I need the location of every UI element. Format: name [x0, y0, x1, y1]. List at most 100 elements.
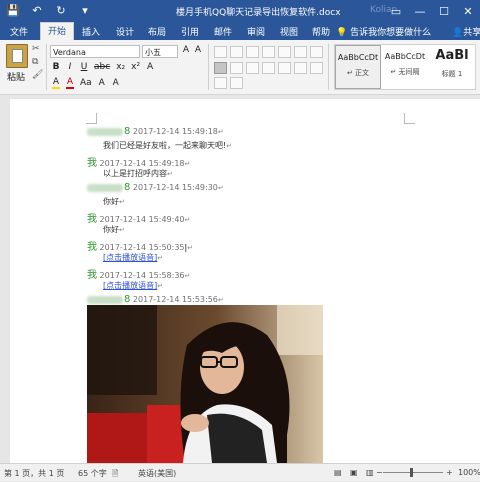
char-shading-button[interactable]: A	[98, 78, 106, 88]
align-center-icon[interactable]	[230, 62, 243, 74]
numbering-icon[interactable]	[230, 46, 243, 58]
paste-label[interactable]: 粘贴	[7, 70, 25, 83]
maximize-button[interactable]: ☐	[432, 0, 456, 22]
divider	[46, 44, 47, 90]
message-text: [点击播放语音]↵	[103, 252, 163, 263]
document-page[interactable]: 8 2017-12-14 15:49:18↵ 我们已经是好友啦，一起来聊天吧!↵…	[10, 99, 480, 463]
paragraph-mark-icon: ↵	[167, 170, 173, 178]
web-layout-icon[interactable]: ▥	[366, 468, 374, 477]
close-button[interactable]: ✕	[456, 0, 480, 22]
tab-layout[interactable]: 布局	[148, 25, 166, 38]
chat-photo[interactable]	[87, 305, 323, 463]
message-header: 8 2017-12-14 15:49:18↵	[87, 126, 224, 137]
styles-gallery: AaBbCcDt ↵ 正文 AaBbCcDt ↵ 无间隔 AaBl 标题 1	[334, 44, 476, 90]
zoom-level[interactable]: 100%	[458, 468, 480, 477]
underline-button[interactable]: U	[80, 62, 88, 72]
paragraph-mark-icon: ↵	[187, 244, 194, 252]
format-painter-icon[interactable]: 🖌	[32, 70, 43, 80]
message-time: 2017-12-14 15:58:36	[99, 271, 185, 280]
page-count[interactable]: 第 1 页，共 1 页	[4, 468, 64, 479]
message-header: 我 2017-12-14 15:58:36↵	[87, 266, 190, 281]
paste-button[interactable]	[6, 44, 28, 68]
tab-view[interactable]: 视图	[280, 25, 298, 38]
tab-file[interactable]: 文件	[10, 25, 28, 38]
chinese-layout-icon[interactable]	[230, 77, 243, 89]
message-time: 2017-12-14 15:49:30	[132, 183, 218, 192]
redo-icon[interactable]: ↻	[54, 4, 68, 17]
strikethrough-button[interactable]: abc	[94, 62, 110, 72]
undo-icon[interactable]: ↶	[30, 4, 44, 17]
copy-icon[interactable]: ⧉	[32, 57, 43, 67]
share-button[interactable]: 👤共享	[452, 25, 480, 38]
language-indicator[interactable]: 英语(美国)	[138, 468, 176, 479]
paragraph-row-3	[214, 77, 243, 89]
font-size-select[interactable]: 小五	[142, 45, 178, 58]
text-effects-button[interactable]: A	[146, 62, 154, 72]
voice-message-link[interactable]: [点击播放语音]	[103, 281, 157, 290]
sort-icon[interactable]	[294, 46, 307, 58]
voice-message-link[interactable]: [点击播放语音]	[103, 253, 157, 262]
font-row-2: B I U abc x₂ x² A	[52, 62, 154, 72]
font-row-1: A A	[182, 45, 202, 55]
divider	[208, 44, 209, 90]
tab-mailings[interactable]: 邮件	[214, 25, 232, 38]
grow-font-button[interactable]: A	[182, 45, 190, 55]
customize-toolbar-icon[interactable]: ▾	[78, 4, 92, 17]
paragraph-mark-icon: ↵	[184, 272, 191, 280]
justify-icon[interactable]	[262, 62, 275, 74]
highlight-button[interactable]: A	[52, 77, 60, 89]
borders-icon[interactable]	[214, 77, 227, 89]
tab-references[interactable]: 引用	[181, 25, 199, 38]
save-icon[interactable]: 💾	[6, 4, 20, 17]
ribbon-display-options-icon[interactable]: ▭	[384, 0, 408, 22]
tab-help[interactable]: 帮助	[312, 25, 330, 38]
subscript-button[interactable]: x₂	[116, 62, 125, 72]
paragraph-mark-icon: ↵	[119, 226, 125, 234]
cut-icon[interactable]: ✂	[32, 44, 43, 54]
bold-button[interactable]: B	[52, 62, 60, 72]
zoom-out-icon[interactable]: −	[376, 468, 383, 477]
style-heading-1[interactable]: AaBl 标题 1	[429, 45, 475, 89]
style-normal[interactable]: AaBbCcDt ↵ 正文	[335, 45, 381, 89]
tab-design[interactable]: 设计	[116, 25, 134, 38]
font-name-select[interactable]: Verdana	[50, 45, 140, 58]
decrease-indent-icon[interactable]	[262, 46, 275, 58]
word-count[interactable]: 65 个字	[78, 468, 107, 479]
multilevel-list-icon[interactable]	[246, 46, 259, 58]
tab-review[interactable]: 审阅	[247, 25, 265, 38]
line-spacing-icon[interactable]	[294, 62, 307, 74]
bullets-icon[interactable]	[214, 46, 227, 58]
style-no-spacing[interactable]: AaBbCcDt ↵ 无间隔	[382, 45, 428, 89]
change-case-button[interactable]: Aa	[80, 78, 92, 88]
message-time: 2017-12-14 15:49:40	[99, 215, 185, 224]
document-title: 楼月手机QQ聊天记录导出恢复软件.docx	[176, 8, 341, 18]
font-color-button[interactable]: A	[66, 77, 74, 89]
zoom-slider-thumb[interactable]	[410, 468, 413, 477]
distributed-icon[interactable]	[278, 62, 291, 74]
align-left-icon[interactable]	[214, 62, 227, 74]
paragraph-mark-icon: ↵	[157, 282, 164, 290]
tab-home[interactable]: 开始	[40, 22, 75, 40]
shading-icon[interactable]	[310, 62, 323, 74]
shrink-font-button[interactable]: A	[194, 45, 202, 55]
read-mode-icon[interactable]: ▤	[334, 468, 342, 477]
align-right-icon[interactable]	[246, 62, 259, 74]
tell-me-search[interactable]: 💡 告诉我你想要做什么	[336, 25, 431, 38]
status-bar: 第 1 页，共 1 页 65 个字 🗎 英语(美国) ▤ ▣ ▥ − + 100…	[0, 463, 480, 481]
increase-indent-icon[interactable]	[278, 46, 291, 58]
font-row-3: A A Aa A A	[52, 77, 120, 89]
superscript-button[interactable]: x²	[131, 62, 140, 72]
italic-button[interactable]: I	[66, 62, 74, 72]
paragraph-row-1	[214, 46, 323, 58]
divider	[328, 44, 329, 90]
minimize-button[interactable]: —	[408, 0, 432, 22]
tab-insert[interactable]: 插入	[82, 25, 100, 38]
photo-illustration	[87, 305, 323, 463]
enclose-char-button[interactable]: A	[112, 78, 120, 88]
show-marks-icon[interactable]	[310, 46, 323, 58]
sender-suffix: 8	[124, 126, 131, 137]
zoom-in-icon[interactable]: +	[446, 468, 453, 477]
paragraph-row-2	[214, 62, 323, 74]
zoom-slider[interactable]	[383, 472, 443, 473]
print-layout-icon[interactable]: ▣	[350, 468, 358, 477]
